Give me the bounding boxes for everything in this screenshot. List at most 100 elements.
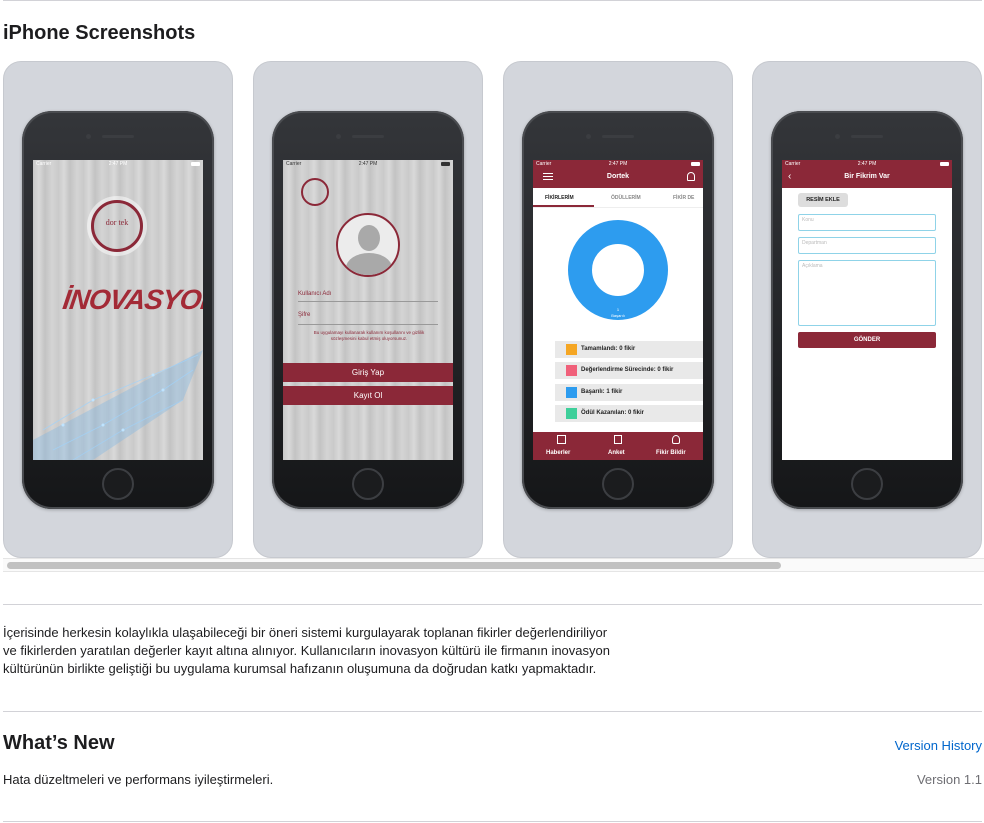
tab-fikirlerim[interactable]: FİKİRLERİM xyxy=(545,195,574,201)
home-button xyxy=(851,468,883,500)
bottom-tab-haberler[interactable]: Haberler xyxy=(546,450,570,456)
register-button[interactable]: Kayıt Ol xyxy=(283,386,453,405)
nav-bar: Carrier 2:47 PM Dortek xyxy=(533,160,703,188)
home-button xyxy=(602,468,634,500)
tab-fikir-de[interactable]: FİKİR DE xyxy=(673,195,694,201)
version-history-link[interactable]: Version History xyxy=(895,738,982,753)
status-bar: Carrier 2:47 PM xyxy=(33,160,203,168)
carousel-scrollbar[interactable] xyxy=(3,558,984,572)
screenshots-title: iPhone Screenshots xyxy=(3,22,196,44)
bottom-tab-anket[interactable]: Anket xyxy=(608,450,625,456)
bottom-tab-bar: Haberler Anket Fikir Bildir xyxy=(533,432,703,460)
tab-underline xyxy=(533,205,594,207)
description-line: kültürünün birlikte geliştiği bu uygulam… xyxy=(3,661,597,676)
nav-bar: Carrier 2:47 PM ‹ Bir Fikrim Var xyxy=(782,160,952,188)
description-field[interactable]: Açıklama xyxy=(798,260,936,326)
avatar-placeholder xyxy=(336,213,400,277)
bell-icon[interactable] xyxy=(687,172,695,181)
divider xyxy=(3,604,982,605)
battery-icon xyxy=(441,162,450,166)
legend-label: Tamamlandı: 0 fikir xyxy=(581,346,636,352)
app-description: İçerisinde herkesin kolaylıkla ulaşabile… xyxy=(3,624,663,678)
speaker-grille xyxy=(602,135,634,138)
legend-item: Ödül Kazanılan: 0 fikir xyxy=(555,405,703,422)
status-bar: Carrier 2:47 PM xyxy=(533,160,703,168)
legend-label: Ödül Kazanılan: 0 fikir xyxy=(581,410,645,416)
phone-frame: Carrier 2:47 PM dor tek İNOVASYON xyxy=(22,111,214,509)
phone-frame: Carrier 2:47 PM Dortek FİKİRLERİM ÖDÜLLE… xyxy=(522,111,714,509)
camera-dot xyxy=(336,134,341,139)
screenshot-card-3[interactable]: Carrier 2:47 PM Dortek FİKİRLERİM ÖDÜLLE… xyxy=(503,61,733,558)
screenshot-card-2[interactable]: Carrier 2:47 PM Kullanıcı Adı Şifre Bu u… xyxy=(253,61,483,558)
dashboard-screen: Carrier 2:47 PM Dortek FİKİRLERİM ÖDÜLLE… xyxy=(533,160,703,460)
description-line: ve fikirlerden yaratılan değerler kayıt … xyxy=(3,643,610,658)
password-label: Şifre xyxy=(298,312,311,318)
news-icon[interactable] xyxy=(557,435,566,444)
whats-new-title: What’s New xyxy=(3,732,115,754)
network-plane-graphic xyxy=(33,350,203,460)
camera-dot xyxy=(835,134,840,139)
password-underline[interactable] xyxy=(298,324,438,325)
department-field[interactable]: Departman xyxy=(798,237,936,254)
top-divider xyxy=(3,0,982,1)
logo-text: dor tek xyxy=(105,218,129,227)
status-bar: Carrier 2:47 PM xyxy=(782,160,952,168)
speaker-grille xyxy=(102,135,134,138)
bottom-divider xyxy=(3,821,982,822)
home-button xyxy=(352,468,384,500)
release-notes: Hata düzeltmeleri ve performans iyileşti… xyxy=(3,772,274,787)
nav-title: Dortek xyxy=(606,173,630,180)
status-bar: Carrier 2:47 PM xyxy=(283,160,453,168)
small-logo xyxy=(301,178,329,206)
speaker-grille xyxy=(851,135,883,138)
battery-icon xyxy=(691,162,700,166)
phone-frame: Carrier 2:47 PM Kullanıcı Adı Şifre Bu u… xyxy=(272,111,464,509)
divider xyxy=(3,711,982,712)
home-button xyxy=(102,468,134,500)
legend-swatch xyxy=(566,387,577,398)
description-line: İçerisinde herkesin kolaylıkla ulaşabile… xyxy=(3,625,608,640)
nav-title: Bir Fikrim Var xyxy=(844,173,890,180)
legend-swatch xyxy=(566,408,577,419)
legend-item: Başarılı: 1 fikir xyxy=(555,384,703,401)
screenshot-card-1[interactable]: Carrier 2:47 PM dor tek İNOVASYON xyxy=(3,61,233,558)
splash-screen: Carrier 2:47 PM dor tek İNOVASYON xyxy=(33,160,203,460)
legend-item: Tamamlandı: 0 fikir xyxy=(555,341,703,358)
version-label: Version 1.1 xyxy=(916,772,982,787)
login-button[interactable]: Giriş Yap xyxy=(283,363,453,382)
screenshot-card-4[interactable]: Carrier 2:47 PM ‹ Bir Fikrim Var RESİM E… xyxy=(752,61,982,558)
time-label: 2:47 PM xyxy=(358,161,378,167)
terms-text: Bu uygulamayı kullanarak kullanım koşull… xyxy=(313,330,425,341)
time-label: 2:47 PM xyxy=(608,161,628,167)
phone-frame: Carrier 2:47 PM ‹ Bir Fikrim Var RESİM E… xyxy=(771,111,963,509)
time-label: 2:47 PM xyxy=(108,161,128,167)
speaker-grille xyxy=(352,135,384,138)
donut-label: Başarılı xyxy=(611,313,625,318)
battery-icon xyxy=(940,162,949,166)
legend-item: Değerlendirme Sürecinde: 0 fikir xyxy=(555,362,703,379)
camera-dot xyxy=(586,134,591,139)
time-label: 2:47 PM xyxy=(857,161,877,167)
avatar-body xyxy=(346,253,392,275)
legend-swatch xyxy=(566,344,577,355)
username-label: Kullanıcı Adı xyxy=(298,291,332,297)
add-image-button[interactable]: RESİM EKLE xyxy=(798,193,848,207)
tab-odullerim[interactable]: ÖDÜLLERİM xyxy=(611,195,641,201)
login-screen: Carrier 2:47 PM Kullanıcı Adı Şifre Bu u… xyxy=(283,160,453,460)
subject-field[interactable]: Konu xyxy=(798,214,936,231)
battery-icon xyxy=(191,162,200,166)
tab-bar: FİKİRLERİM ÖDÜLLERİM FİKİR DE xyxy=(533,188,703,208)
scrollbar-thumb[interactable] xyxy=(7,562,781,569)
bottom-tab-fikir-bildir[interactable]: Fikir Bildir xyxy=(656,450,686,456)
survey-icon[interactable] xyxy=(614,435,622,444)
dortek-logo: dor tek xyxy=(91,200,143,252)
send-button[interactable]: GÖNDER xyxy=(798,332,936,348)
legend-label: Başarılı: 1 fikir xyxy=(581,389,623,395)
avatar-head xyxy=(358,225,380,251)
screenshot-carousel[interactable]: Carrier 2:47 PM dor tek İNOVASYON Carrie… xyxy=(3,61,984,558)
username-underline[interactable] xyxy=(298,301,438,302)
lightbulb-icon[interactable] xyxy=(672,435,680,444)
legend-label: Değerlendirme Sürecinde: 0 fikir xyxy=(581,367,674,373)
camera-dot xyxy=(86,134,91,139)
legend-swatch xyxy=(566,365,577,376)
